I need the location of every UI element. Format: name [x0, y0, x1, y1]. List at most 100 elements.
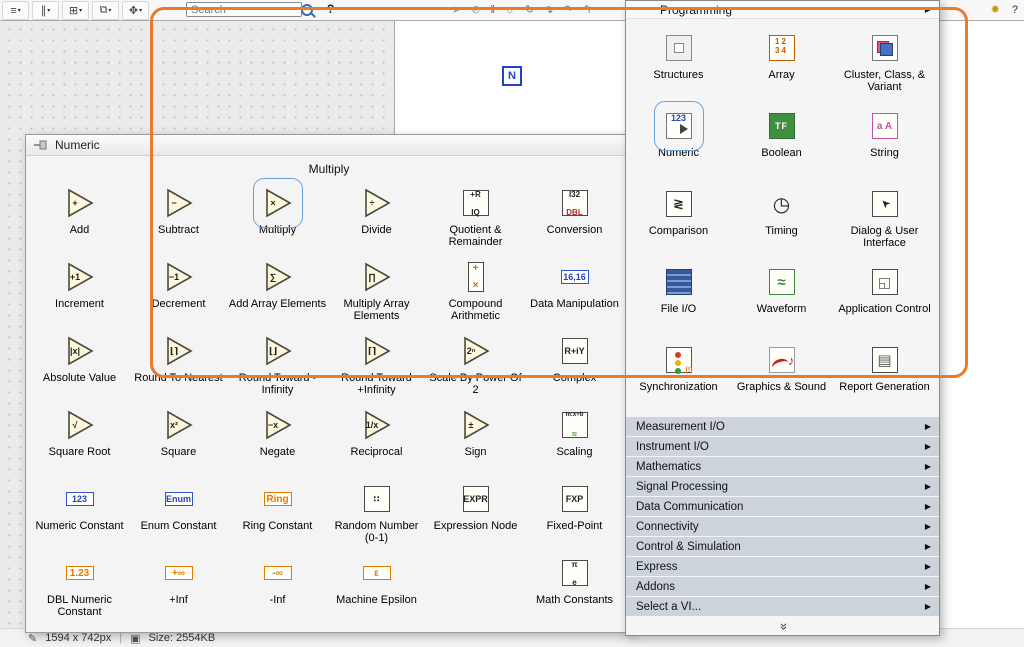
numeric-function-item[interactable] [426, 550, 525, 624]
palette-category-item[interactable]: ▤ Report Generation [833, 335, 936, 413]
numeric-function-item[interactable]: 1/x Reciprocal [327, 402, 426, 476]
palette-title-bar[interactable]: Numeric [26, 135, 632, 156]
item-label: Add [70, 224, 90, 236]
palette-category-item[interactable]: TF Boolean [730, 101, 833, 179]
palette-category-item[interactable]: 123 Numeric [627, 101, 730, 179]
pin-icon[interactable] [34, 139, 48, 151]
icon-glyph: ≈ [766, 266, 798, 298]
item-label: Square [161, 446, 196, 458]
numeric-function-item[interactable]: ⌊⌋ Round Toward -Infinity [228, 328, 327, 402]
toolbar-icon[interactable]: ✸ [991, 5, 1000, 16]
toolbar-dropdown-button[interactable]: ⊞ ▾ [62, 1, 89, 20]
palette-category-item[interactable]: a A String [833, 101, 936, 179]
palette-menu-item[interactable]: Addons ▶ [626, 577, 939, 596]
toolbar-icon[interactable]: ? [1012, 5, 1018, 16]
toolbar-dropdown-button[interactable]: ≡ ▾ [2, 1, 29, 20]
search-icon[interactable] [301, 4, 313, 16]
numeric-function-item[interactable]: EXPR Expression Node [426, 476, 525, 550]
palette-category-item[interactable]: 1234 Array [730, 23, 833, 101]
palette-category-item[interactable]: ◱ Application Control [833, 257, 936, 335]
item-label: +Inf [169, 594, 188, 606]
palette-menu-item[interactable]: Connectivity ▶ [626, 517, 939, 536]
search-input[interactable] [186, 2, 302, 17]
toolbar-dropdown-button[interactable]: ∥ ▾ [32, 1, 59, 20]
toolbar-icon[interactable]: ➤ [452, 5, 461, 16]
palette-category-item[interactable]: ≈ Waveform [730, 257, 833, 335]
numeric-function-item[interactable]: × Multiply [228, 180, 327, 254]
palette-menu-item[interactable]: Data Communication ▶ [626, 497, 939, 516]
numeric-function-item[interactable]: + × Compound Arithmetic [426, 254, 525, 328]
chevron-down-icon: ▾ [18, 7, 21, 14]
numeric-function-item[interactable]: +∞ +Inf [129, 550, 228, 624]
numeric-function-item[interactable]: FXP Fixed-Point [525, 476, 624, 550]
toolbar-icon[interactable]: ☼ [505, 5, 515, 16]
expand-chevron-button[interactable]: « [626, 617, 939, 635]
numeric-function-item[interactable]: Ring Ring Constant [228, 476, 327, 550]
palette-menu-item[interactable]: Mathematics ▶ [626, 457, 939, 476]
numeric-function-item[interactable]: |x| Absolute Value [30, 328, 129, 402]
toolbar-icon[interactable]: ↻ [525, 5, 534, 16]
chevron-right-icon: ▶ [925, 542, 931, 551]
numeric-function-item[interactable]: ∷ Random Number (0-1) [327, 476, 426, 550]
palette-category-item[interactable]: File I/O [627, 257, 730, 335]
item-label: Absolute Value [43, 372, 116, 384]
palette-menu-item[interactable]: Instrument I/O ▶ [626, 437, 939, 456]
function-icon: −x [262, 409, 294, 441]
toolbar-icon[interactable]: ↷ [564, 5, 573, 16]
numeric-function-item[interactable]: ± Sign [426, 402, 525, 476]
item-label: Divide [361, 224, 392, 236]
toolbar-icon[interactable]: ‖ [490, 5, 495, 16]
palette-menu-item[interactable]: Control & Simulation ▶ [626, 537, 939, 556]
numeric-function-item[interactable]: 2ⁿ Scale By Power Of 2 [426, 328, 525, 402]
palette-category-item[interactable]: Cluster, Class, & Variant [833, 23, 936, 101]
numeric-function-item[interactable]: −x Negate [228, 402, 327, 476]
for-loop-count-terminal[interactable]: N [502, 66, 522, 86]
numeric-function-item[interactable]: +R IQ Quotient & Remainder [426, 180, 525, 254]
hovered-item-name: Multiply [26, 156, 632, 180]
numeric-function-item[interactable]: 123 Numeric Constant [30, 476, 129, 550]
palette-category-item[interactable]: (!) Synchronization [627, 335, 730, 413]
numeric-function-item[interactable]: -∞ -Inf [228, 550, 327, 624]
numeric-function-item[interactable]: ⌈⌉ Round Toward +Infinity [327, 328, 426, 402]
toolbar-dropdown-button[interactable]: ⧉ ▾ [92, 1, 119, 20]
palette-category-item[interactable]: ➤ Dialog & User Interface [833, 179, 936, 257]
toolbar-icon[interactable]: ↴ [544, 5, 553, 16]
numeric-function-item[interactable]: + Add [30, 180, 129, 254]
numeric-function-item[interactable]: π e Math Constants [525, 550, 624, 624]
numeric-function-item[interactable]: ∑ Add Array Elements [228, 254, 327, 328]
palette-category-item[interactable]: Structures [627, 23, 730, 101]
numeric-function-item[interactable]: −1 Decrement [129, 254, 228, 328]
item-label: Decrement [152, 298, 206, 310]
numeric-function-item[interactable]: − Subtract [129, 180, 228, 254]
palette-menu-item[interactable]: Signal Processing ▶ [626, 477, 939, 496]
numeric-function-item[interactable]: +1 Increment [30, 254, 129, 328]
numeric-function-item[interactable]: I32 DBL Conversion [525, 180, 624, 254]
numeric-function-item[interactable]: Enum Enum Constant [129, 476, 228, 550]
palette-category-item[interactable]: ◷ Timing [730, 179, 833, 257]
numeric-function-item[interactable]: ÷ Divide [327, 180, 426, 254]
toolbar-dropdown-button[interactable]: ✥ ▾ [122, 1, 149, 20]
toolbar-icon[interactable]: ↰ [583, 5, 592, 16]
numeric-function-item[interactable]: R+iY Complex [525, 328, 624, 402]
toolbar-icon[interactable]: ⊘ [471, 5, 480, 16]
item-label: Sign [464, 446, 486, 458]
palette-menu-item[interactable]: Measurement I/O ▶ [626, 417, 939, 436]
function-icon: EXPR [460, 483, 492, 515]
palette-menu-item[interactable]: Express ▶ [626, 557, 939, 576]
numeric-function-item[interactable]: x² Square [129, 402, 228, 476]
palette-header[interactable]: Programming ▶ [626, 1, 939, 19]
help-button[interactable]: ? [327, 2, 334, 16]
numeric-function-item[interactable]: ε Machine Epsilon [327, 550, 426, 624]
numeric-function-item[interactable]: ⌊⌉ Round To Nearest [129, 328, 228, 402]
palette-menu-item[interactable]: Select a VI... ▶ [626, 597, 939, 616]
palette-category-item[interactable]: ♪ Graphics & Sound [730, 335, 833, 413]
item-label: Fixed-Point [547, 520, 603, 532]
numeric-function-item[interactable]: ∏ Multiply Array Elements [327, 254, 426, 328]
function-icon: + [64, 187, 96, 219]
numeric-function-item[interactable]: m:x+b ≈ Scaling [525, 402, 624, 476]
numeric-function-item[interactable]: √ Square Root [30, 402, 129, 476]
palette-category-item[interactable]: ≷ Comparison [627, 179, 730, 257]
numeric-function-item[interactable]: 16,16 Data Manipulation [525, 254, 624, 328]
numeric-function-item[interactable]: 1.23 DBL Numeric Constant [30, 550, 129, 624]
chevron-down-icon: ▾ [139, 7, 142, 14]
